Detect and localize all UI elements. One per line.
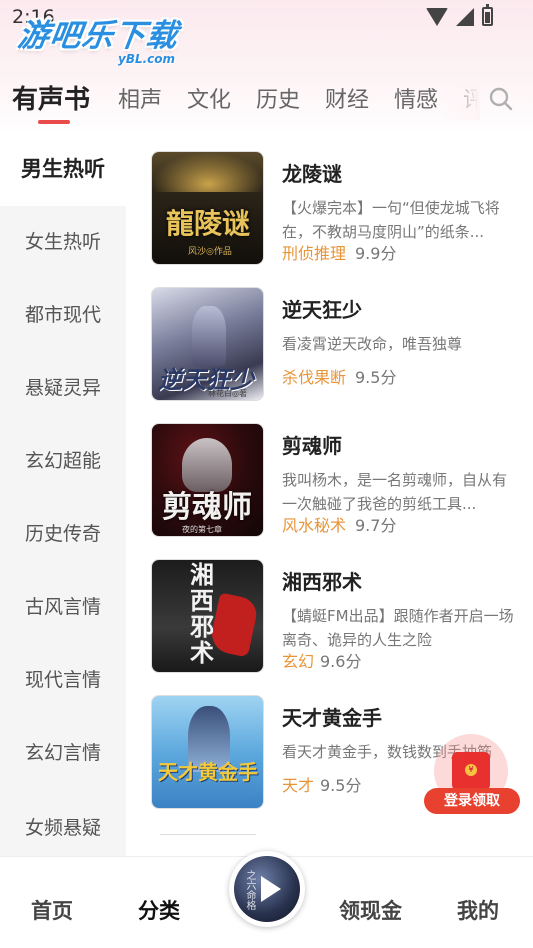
category-tabs: 有声书 相声 文化 历史 财经 情感 评 — [0, 76, 533, 124]
player-cover-text: 之六命格 — [244, 870, 255, 910]
nav-home[interactable]: 首页 — [31, 895, 73, 925]
sidebar-item-male-hot[interactable]: 男生热听 — [0, 132, 126, 206]
tab-history[interactable]: 历史 — [256, 82, 300, 114]
book-score: 9.5分 — [355, 368, 397, 387]
red-packet-float[interactable]: ¥ 登录领取 — [424, 732, 520, 816]
book-tag: 刑侦推理 — [282, 244, 347, 263]
book-tag: 风水秘术 — [282, 516, 347, 535]
watermark-logo-name: 游吧乐下载 — [15, 18, 181, 54]
tabs-fade — [440, 76, 480, 120]
signal-icon — [456, 7, 474, 26]
red-packet-icon: ¥ — [452, 752, 490, 790]
sidebar-item-legend[interactable]: 历史传奇 — [0, 498, 126, 571]
tab-culture[interactable]: 文化 — [187, 82, 231, 114]
book-cover: 逆天狂少 林花白◎著 — [151, 287, 264, 401]
nav-category[interactable]: 分类 — [138, 895, 180, 925]
sidebar-item-urban[interactable]: 都市现代 — [0, 279, 126, 352]
book-tag: 杀伐果断 — [282, 368, 347, 387]
cover-author: 林花白◎著 — [208, 389, 247, 398]
play-icon — [261, 876, 281, 902]
tab-crosstalk[interactable]: 相声 — [118, 82, 162, 114]
status-icons — [426, 4, 493, 26]
book-description: 【火爆完本】一句“但使龙城飞将在，不教胡马度阴山”的纸条... — [282, 199, 500, 241]
book-score: 9.7分 — [355, 516, 397, 535]
login-claim-button[interactable]: 登录领取 — [424, 788, 520, 814]
tab-active-indicator — [38, 120, 70, 124]
book-description: 我叫杨木，是一名剪魂师，自从有一次触碰了我爸的剪纸工具... — [282, 471, 508, 513]
nav-cash[interactable]: 领现金 — [339, 895, 402, 925]
cover-author: 风沙◎作品 — [188, 247, 232, 257]
sidebar-item-modern-romance[interactable]: 现代言情 — [0, 644, 126, 717]
book-cover: 湘西邪术 — [151, 559, 264, 673]
sidebar-item-female-suspense[interactable]: 女频悬疑 — [0, 790, 126, 856]
book-item[interactable]: 湘西邪术 湘西邪术 【蜻蜓FM出品】跟随作者开启一场离奇、诡异的人生之险 玄幻 … — [126, 540, 533, 676]
sidebar-item-fantasy-romance[interactable]: 玄幻言情 — [0, 717, 126, 790]
coin-icon: ¥ — [465, 764, 477, 776]
book-title: 逆天狂少 — [282, 298, 362, 322]
sidebar-item-ancient-romance[interactable]: 古风言情 — [0, 571, 126, 644]
battery-icon — [482, 4, 493, 26]
watermark-logo-domain: yBL.com — [118, 52, 176, 66]
book-tag: 天才 — [282, 776, 315, 795]
book-score: 9.9分 — [355, 244, 397, 263]
watermark-logo: 游吧乐下载 yBL.com — [15, 16, 188, 68]
list-divider — [160, 834, 256, 835]
book-description: 【蜻蜓FM出品】跟随作者开启一场离奇、诡异的人生之险 — [282, 607, 514, 649]
sidebar-item-suspense[interactable]: 悬疑灵异 — [0, 352, 126, 425]
book-title: 湘西邪术 — [282, 570, 362, 594]
tab-finance[interactable]: 财经 — [325, 82, 369, 114]
cover-title: 湘西邪术 — [190, 561, 214, 667]
book-tag: 玄幻 — [282, 652, 315, 671]
book-title: 剪魂师 — [282, 434, 342, 458]
player-button[interactable]: 之六命格 — [229, 851, 305, 927]
sidebar-item-female-hot[interactable]: 女生热听 — [0, 206, 126, 279]
category-sidebar: 男生热听 女生热听 都市现代 悬疑灵异 玄幻超能 历史传奇 古风言情 现代言情 … — [0, 132, 126, 856]
book-cover: 龍陵谜 风沙◎作品 — [151, 151, 264, 265]
book-score: 9.6分 — [320, 652, 362, 671]
sidebar-item-fantasy[interactable]: 玄幻超能 — [0, 425, 126, 498]
book-score: 9.5分 — [320, 776, 362, 795]
player-disc: 之六命格 — [234, 856, 300, 922]
book-description: 看凌霄逆天改命，唯吾独尊 — [282, 335, 463, 353]
book-item[interactable]: 剪魂师 夜的第七章 剪魂师 我叫杨木，是一名剪魂师，自从有一次触碰了我爸的剪纸工… — [126, 404, 533, 540]
book-title: 龙陵谜 — [282, 162, 342, 186]
book-item[interactable]: 逆天狂少 林花白◎著 逆天狂少 看凌霄逆天改命，唯吾独尊 杀伐果断 9.5分 — [126, 268, 533, 404]
wifi-icon — [426, 7, 448, 26]
tab-audiobook[interactable]: 有声书 — [12, 79, 90, 116]
bottom-nav: 首页 分类 之六命格 领现金 我的 — [0, 851, 533, 948]
cover-title: 天才黄金手 — [158, 760, 258, 784]
book-item[interactable]: 龍陵谜 风沙◎作品 龙陵谜 【火爆完本】一句“但使龙城飞将在，不教胡马度阴山”的… — [126, 132, 533, 268]
book-title: 天才黄金手 — [282, 706, 382, 730]
tab-emotion[interactable]: 情感 — [394, 82, 438, 114]
nav-mine[interactable]: 我的 — [457, 895, 499, 925]
cover-title: 剪魂师 — [162, 490, 252, 525]
cover-author: 夜的第七章 — [182, 525, 222, 534]
book-cover: 天才黄金手 — [151, 695, 264, 809]
search-icon[interactable] — [488, 86, 514, 112]
book-cover: 剪魂师 夜的第七章 — [151, 423, 264, 537]
cover-title: 龍陵谜 — [166, 207, 251, 240]
